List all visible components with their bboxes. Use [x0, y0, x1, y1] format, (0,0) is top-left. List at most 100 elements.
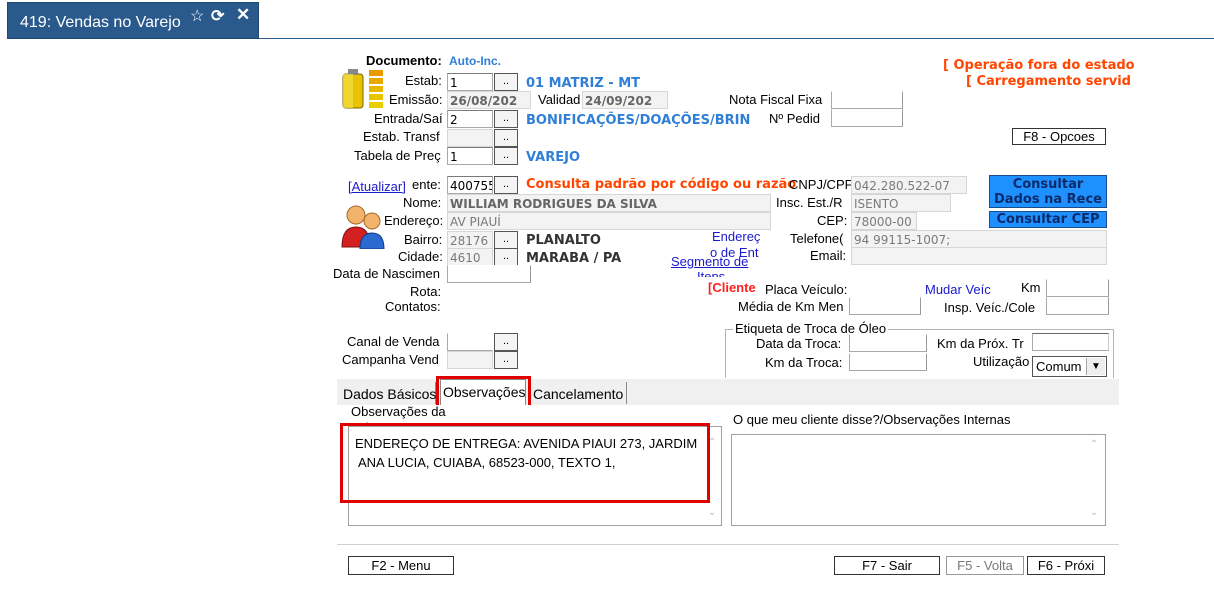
canal-lookup-button[interactable]: ..: [494, 333, 518, 351]
chevron-down-icon[interactable]: ⌄: [708, 507, 716, 518]
f7-sair-button[interactable]: F7 - Sair: [834, 556, 940, 575]
km-troca-label: Km da Troca:: [765, 355, 843, 370]
email-label: Email:: [810, 248, 847, 263]
f2-menu-button[interactable]: F2 - Menu: [348, 556, 454, 575]
email-input[interactable]: [851, 247, 1107, 265]
estab-transf-input[interactable]: [447, 129, 493, 147]
tab-dados-basicos[interactable]: Dados Básicos: [339, 382, 436, 404]
users-icon: [339, 203, 389, 250]
campanha-label: Campanha Vend: [342, 352, 439, 367]
utilizacao-label: Utilização: [973, 354, 1030, 369]
entrada-lookup-button[interactable]: ..: [494, 110, 518, 128]
campanha-input[interactable]: [447, 351, 493, 369]
entrada-input[interactable]: 2: [447, 110, 493, 128]
nome-input[interactable]: WILLIAM RODRIGUES DA SILVA: [447, 194, 771, 212]
km-input[interactable]: [1046, 279, 1109, 297]
estab-lookup-button[interactable]: ..: [494, 73, 518, 91]
consultar-cep-button[interactable]: Consultar CEP: [989, 211, 1107, 228]
cep-input[interactable]: 78000-00: [851, 212, 917, 230]
nota-fiscal-input[interactable]: [831, 91, 903, 109]
chevron-down-icon[interactable]: ⌄: [1090, 507, 1098, 518]
segmento-itens-link-2[interactable]: Itens: [697, 269, 725, 277]
f6-proximo-button[interactable]: F6 - Próxi: [1027, 556, 1105, 575]
cnpj-label: CNPJ/CPF: [789, 177, 853, 192]
cidade-label: Cidade:: [398, 249, 443, 264]
estab-transf-label: Estab. Transf: [363, 129, 440, 144]
window-tab[interactable]: 419: Vendas no Varejo ☆ ⟳ ✕: [7, 2, 259, 39]
inspecao-input[interactable]: [1046, 297, 1109, 315]
chevron-down-icon[interactable]: ▼: [1086, 358, 1105, 375]
alert-carregamento: [ Carregamento servid: [966, 74, 1131, 89]
entrada-label: Entrada/Saí: [374, 111, 443, 126]
km-prox-input[interactable]: [1032, 333, 1109, 351]
battery-icon: [339, 66, 385, 110]
mudar-veiculo-link[interactable]: Mudar Veíc: [925, 282, 991, 297]
insc-label: Insc. Est./R: [776, 195, 843, 210]
close-icon[interactable]: ✕: [236, 5, 250, 25]
cidade-code-input[interactable]: 4610: [447, 248, 493, 266]
f5-volta-button[interactable]: F5 - Volta: [946, 556, 1024, 575]
media-km-label: Média de Km Men: [738, 299, 844, 314]
chevron-up-icon[interactable]: ⌃: [1090, 439, 1098, 450]
consulta-hint: Consulta padrão por código ou razão: [526, 177, 797, 192]
consultar-receita-line2: Dados na Rece: [994, 192, 1102, 207]
endereco-label: Endereço:: [384, 213, 444, 228]
data-troca-label: Data da Troca:: [756, 336, 842, 351]
observacoes-nota-label: Observações da: [351, 404, 446, 419]
tabela-input[interactable]: 1: [447, 147, 493, 165]
telefone-input[interactable]: 94 99115-1007;: [851, 230, 1107, 248]
nascimento-input[interactable]: [447, 265, 531, 283]
utilizacao-select[interactable]: Comum ▼: [1032, 356, 1107, 377]
bairro-code-input[interactable]: 28176: [447, 231, 493, 249]
emissao-label: Emissão:: [389, 92, 443, 107]
placa-label: Placa Veículo:: [765, 282, 848, 297]
observacoes-internas-textarea[interactable]: ⌃ ⌄: [731, 434, 1106, 526]
contatos-label: Contatos:: [385, 299, 441, 314]
observacoes-nota-highlight: [340, 423, 710, 503]
documento-label: Documento:: [366, 53, 442, 68]
insc-input[interactable]: ISENTO: [851, 194, 951, 212]
estab-name: 01 MATRIZ - MT: [526, 76, 640, 91]
star-icon[interactable]: ☆: [190, 6, 204, 26]
bairro-name: PLANALTO: [526, 233, 601, 248]
endereco-entrega-link[interactable]: Endereç: [712, 229, 760, 244]
bairro-label: Bairro:: [404, 232, 443, 247]
utilizacao-value: Comum: [1036, 359, 1082, 374]
emissao-input[interactable]: 26/08/202: [447, 91, 531, 109]
km-label: Km: [1021, 280, 1041, 295]
estab-transf-lookup-button[interactable]: ..: [494, 129, 518, 147]
cidade-lookup-button[interactable]: ..: [494, 248, 518, 266]
consultar-receita-button[interactable]: Consultar Dados na Rece: [989, 175, 1107, 208]
window-tab-title: 419: Vendas no Varejo: [20, 14, 181, 31]
segmento-itens-link[interactable]: Segmento de: [671, 254, 748, 269]
observacoes-internas-label: O que meu cliente disse?/Observações Int…: [733, 412, 1011, 427]
bairro-lookup-button[interactable]: ..: [494, 231, 518, 249]
km-troca-input[interactable]: [849, 353, 927, 371]
data-troca-input[interactable]: [849, 334, 927, 352]
cliente-code-input[interactable]: 400755: [447, 176, 493, 194]
nota-fiscal-label: Nota Fiscal Fixa: [729, 92, 823, 107]
telefone-label: Telefone(: [790, 231, 844, 246]
tabela-lookup-button[interactable]: ..: [494, 147, 518, 165]
validade-input[interactable]: 24/09/202: [582, 91, 668, 109]
f8-options-button[interactable]: F8 - Opcoes: [1012, 128, 1106, 145]
validade-label: Validad: [538, 92, 581, 107]
inspecao-label: Insp. Veíc./Cole: [944, 300, 1036, 315]
nome-label: Nome:: [403, 195, 442, 210]
media-km-input[interactable]: [849, 297, 921, 315]
estab-label: Estab:: [405, 73, 442, 88]
campanha-lookup-button[interactable]: ..: [494, 351, 518, 369]
atualizar-link[interactable]: [Atualizar]: [348, 179, 406, 194]
cnpj-input[interactable]: 042.280.522-07: [851, 176, 967, 194]
tab-cancelamento[interactable]: Cancelamento: [530, 382, 627, 404]
endereco-input[interactable]: AV PIAUÍ: [447, 212, 771, 230]
cliente-lookup-button[interactable]: ..: [494, 176, 518, 194]
refresh-icon[interactable]: ⟳: [211, 6, 224, 26]
estab-input[interactable]: 1: [447, 73, 493, 91]
canal-label: Canal de Venda: [347, 334, 440, 349]
pedido-input[interactable]: [831, 109, 903, 127]
alert-operacao: [ Operação fora do estado: [943, 58, 1135, 73]
cliente-alert: [Cliente: [708, 280, 756, 295]
tabela-name: VAREJO: [526, 150, 581, 165]
canal-input[interactable]: [447, 333, 493, 351]
